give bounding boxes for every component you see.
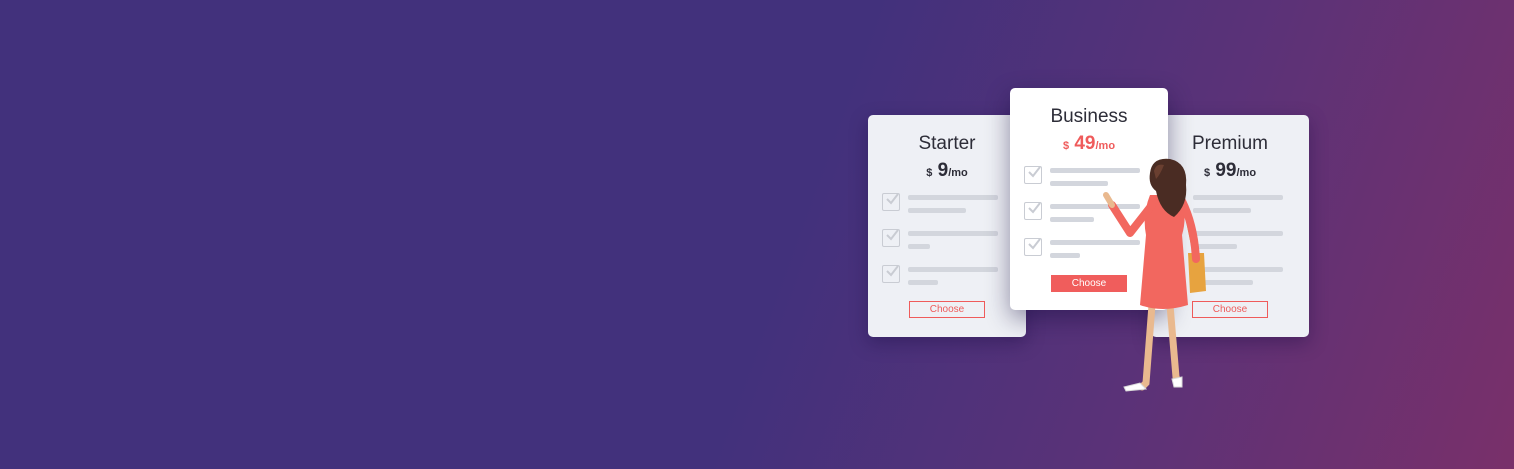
- checkbox-icon: [1024, 166, 1042, 184]
- price-period: /mo: [1095, 140, 1116, 152]
- feature-placeholder-line: [908, 231, 998, 236]
- feature-placeholder-line: [908, 195, 998, 200]
- woman-illustration: [1103, 158, 1206, 392]
- choose-starter-button[interactable]: Choose: [909, 301, 985, 318]
- plan-price: $ 49/mo: [1010, 133, 1168, 155]
- price-currency: $: [926, 167, 933, 179]
- price-currency: $: [1062, 140, 1070, 152]
- feature-row: [882, 229, 1002, 255]
- price-amount: 9: [937, 160, 949, 181]
- price-period: /mo: [948, 167, 968, 179]
- price-period: /mo: [1236, 167, 1257, 179]
- price-amount: 49: [1074, 133, 1096, 154]
- plan-price: $ 9/mo: [868, 160, 1026, 182]
- feature-placeholder-line: [908, 208, 966, 213]
- checkbox-icon: [882, 229, 900, 247]
- feature-placeholder-line: [908, 244, 930, 249]
- checkbox-icon: [1024, 238, 1042, 256]
- feature-placeholder-line: [908, 280, 938, 285]
- plan-name: Business: [1050, 106, 1128, 127]
- feature-row: [882, 193, 1002, 219]
- checkbox-icon: [1024, 202, 1042, 220]
- plan-name: Starter: [918, 133, 976, 154]
- checkbox-icon: [882, 193, 900, 211]
- feature-placeholder-line: [908, 267, 998, 272]
- feature-placeholder-line: [1050, 217, 1094, 222]
- feature-placeholder-line: [1050, 253, 1080, 258]
- plan-card-starter: Starter $ 9/mo Choose: [868, 115, 1026, 337]
- plan-name: Premium: [1191, 133, 1268, 154]
- checkbox-icon: [882, 265, 900, 283]
- feature-row: [882, 265, 1002, 291]
